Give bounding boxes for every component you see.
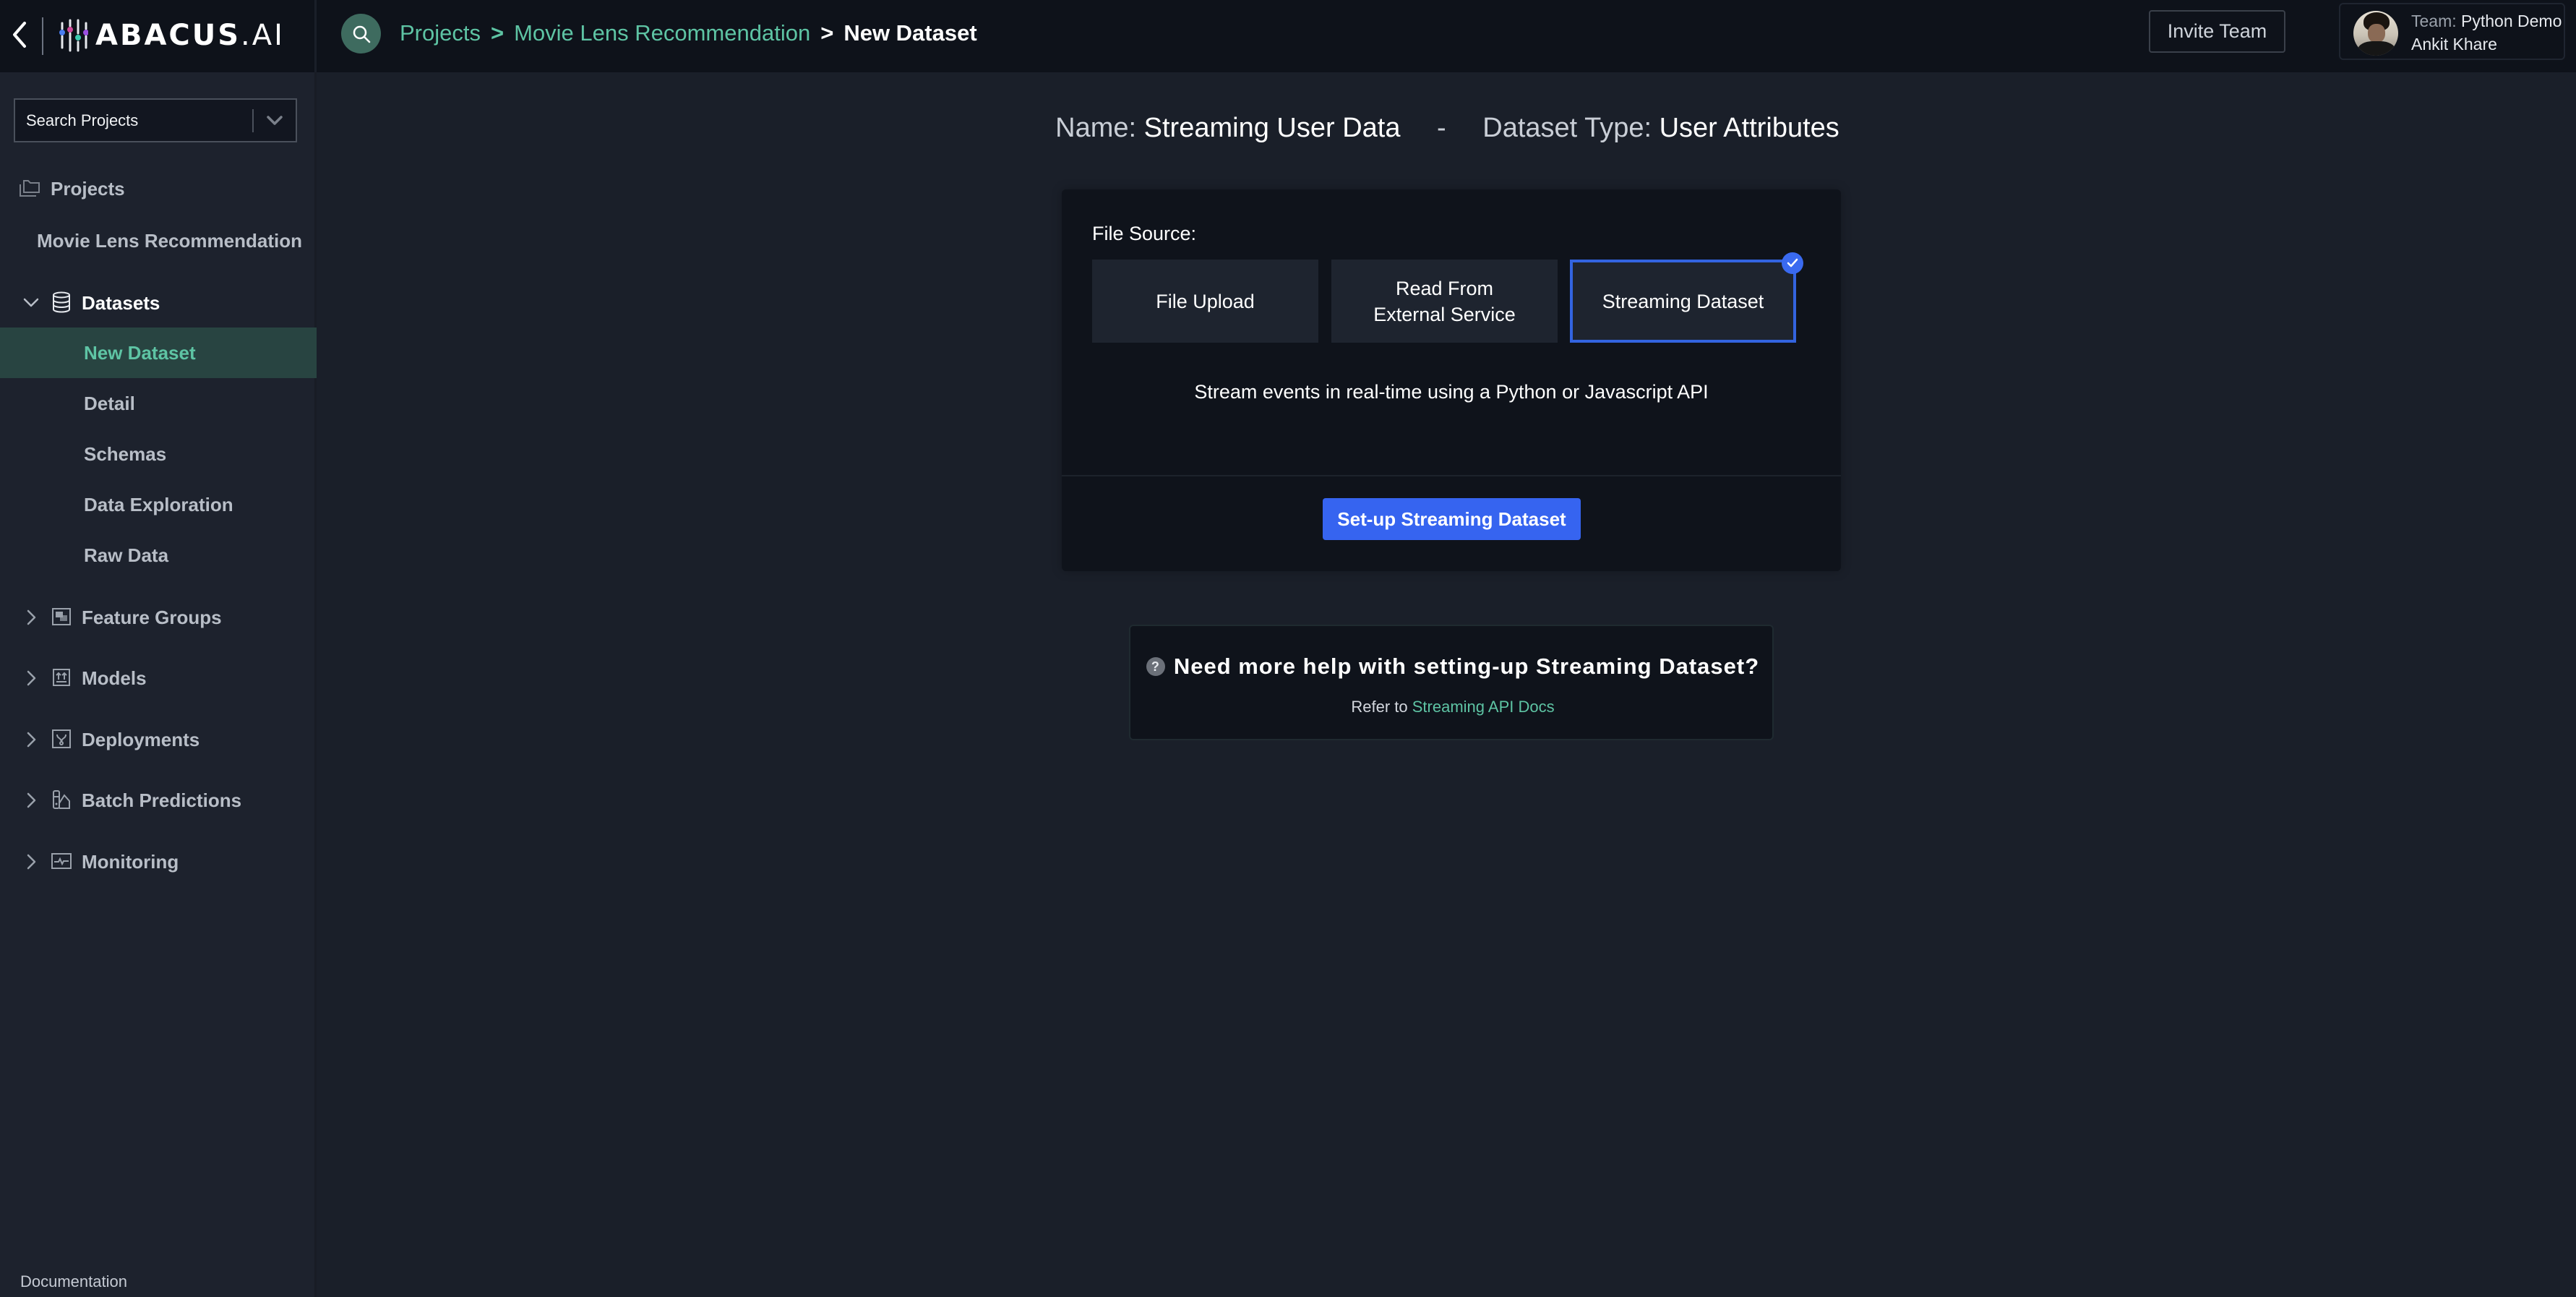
streaming-api-docs-link[interactable]: Streaming API Docs <box>1412 698 1555 716</box>
invite-team-button[interactable]: Invite Team <box>2149 10 2285 53</box>
sidebar-item-new-dataset[interactable]: New Dataset <box>0 328 317 378</box>
sidebar-item-label: Monitoring <box>82 851 179 873</box>
help-title: ? Need more help with setting-up Streami… <box>1130 654 1775 680</box>
search-button[interactable] <box>341 14 381 53</box>
monitoring-icon <box>51 853 72 869</box>
option-label: File Upload <box>1156 290 1255 312</box>
file-source-card: File Source: File Upload Read From Exter… <box>1062 189 1841 571</box>
sidebar-item-data-exploration[interactable]: Data Exploration <box>0 479 317 530</box>
sidebar-item-models[interactable]: Models <box>0 659 317 698</box>
batch-predictions-icon <box>53 790 70 809</box>
user-menu[interactable]: Team: Python Demo Ankit Khare <box>2339 3 2565 60</box>
checkmark-icon <box>1782 252 1803 274</box>
abacus-logo-icon <box>59 19 88 52</box>
sidebar-item-feature-groups[interactable]: Feature Groups <box>0 598 317 637</box>
sidebar: Search Projects Projects Movie Lens Reco… <box>0 72 317 1297</box>
search-projects-placeholder: Search Projects <box>26 111 139 129</box>
sidebar-item-monitoring[interactable]: Monitoring <box>0 842 317 881</box>
header-brand-area: ABACUS.AI <box>0 0 317 72</box>
sidebar-item-label: Datasets <box>82 292 160 314</box>
sidebar-item-label: Movie Lens Recommendation <box>37 230 302 252</box>
sidebar-item-label: Feature Groups <box>82 607 222 628</box>
sidebar-item-projects[interactable]: Projects <box>0 172 317 205</box>
card-divider <box>1062 475 1841 476</box>
abacus-logo[interactable]: ABACUS.AI <box>59 19 285 52</box>
team-info: Team: Python Demo <box>2411 12 2562 31</box>
setup-streaming-dataset-button[interactable]: Set-up Streaming Dataset <box>1323 498 1581 540</box>
chevron-left-icon <box>13 22 26 48</box>
option-streaming-dataset[interactable]: Streaming Dataset <box>1570 252 1803 343</box>
option-description: Stream events in real-time using a Pytho… <box>1194 381 1709 403</box>
breadcrumb-separator: > <box>820 20 834 46</box>
select-divider <box>252 108 254 132</box>
chevron-right-icon <box>27 854 36 870</box>
breadcrumb-current: New Dataset <box>843 20 977 46</box>
back-button[interactable] <box>10 20 29 49</box>
breadcrumb-project[interactable]: Movie Lens Recommendation <box>514 20 810 46</box>
option-file-upload[interactable]: File Upload <box>1092 260 1318 343</box>
sidebar-item-current-project[interactable]: Movie Lens Recommendation <box>0 224 317 257</box>
breadcrumb: Projects > Movie Lens Recommendation > N… <box>400 17 977 49</box>
brand-name-suffix: .AI <box>241 19 285 52</box>
help-icon: ? <box>1146 657 1165 676</box>
team-label: Team: <box>2411 12 2457 30</box>
help-refer-prefix: Refer to <box>1351 698 1408 716</box>
avatar <box>2353 11 2398 56</box>
option-label: Read From External Service <box>1373 277 1516 325</box>
documentation-link[interactable]: Documentation <box>20 1272 127 1291</box>
sidebar-item-datasets[interactable]: Datasets <box>0 283 317 322</box>
help-box: ? Need more help with setting-up Streami… <box>1129 625 1774 740</box>
sidebar-item-label: New Dataset <box>84 342 196 364</box>
sidebar-item-label: Deployments <box>82 729 200 750</box>
sidebar-item-label: Models <box>82 667 147 689</box>
name-value: Streaming User Data <box>1143 113 1401 143</box>
option-read-from-external-service[interactable]: Read From External Service <box>1331 260 1558 343</box>
option-label: Streaming Dataset <box>1602 290 1764 312</box>
chevron-right-icon <box>27 670 36 686</box>
sidebar-item-label: Data Exploration <box>84 494 233 515</box>
main-content: Name: Streaming User Data - Dataset Type… <box>319 72 2576 1297</box>
file-source-label: File Source: <box>1092 223 1197 244</box>
deployments-icon <box>52 729 71 748</box>
chevron-down-icon[interactable] <box>264 110 285 132</box>
help-subtitle: Refer to Streaming API Docs <box>1130 698 1775 716</box>
help-title-text: Need more help with setting-up Streaming… <box>1173 654 1760 679</box>
dataset-type-value: User Attributes <box>1659 113 1839 143</box>
breadcrumb-projects[interactable]: Projects <box>400 20 481 46</box>
brand-name-main: ABACUS <box>95 19 241 52</box>
sidebar-item-raw-data[interactable]: Raw Data <box>0 530 317 581</box>
top-header: ABACUS.AI Projects > Movie Lens Recommen… <box>0 0 2576 72</box>
user-name: Ankit Khare <box>2411 35 2497 53</box>
sidebar-item-schemas[interactable]: Schemas <box>0 429 317 479</box>
sidebar-item-detail[interactable]: Detail <box>0 378 317 429</box>
breadcrumb-separator: > <box>490 20 505 46</box>
sidebar-item-label: Schemas <box>84 443 167 465</box>
sidebar-item-label: Raw Data <box>84 544 169 566</box>
folders-icon <box>18 178 41 202</box>
title-separator: - <box>1437 113 1446 143</box>
logo-divider <box>42 17 43 55</box>
chevron-down-icon <box>23 298 39 307</box>
chevron-right-icon <box>27 792 36 808</box>
search-icon <box>353 25 370 43</box>
search-projects-select[interactable]: Search Projects <box>14 98 297 142</box>
dataset-type-label: Dataset Type: <box>1482 113 1652 143</box>
sidebar-item-label: Batch Predictions <box>82 789 242 811</box>
database-icon <box>53 291 70 313</box>
chevron-right-icon <box>27 732 36 748</box>
sidebar-item-label: Projects <box>51 178 125 200</box>
name-label: Name: <box>1055 113 1137 143</box>
feature-groups-icon <box>52 608 71 625</box>
sidebar-item-batch-predictions[interactable]: Batch Predictions <box>0 781 317 820</box>
sidebar-item-deployments[interactable]: Deployments <box>0 720 317 759</box>
models-icon <box>53 669 70 686</box>
sidebar-item-label: Detail <box>84 393 135 414</box>
dataset-title: Name: Streaming User Data - Dataset Type… <box>319 113 2576 144</box>
team-name: Python Demo <box>2461 12 2562 30</box>
chevron-right-icon <box>27 609 36 625</box>
brand-name: ABACUS.AI <box>95 19 285 52</box>
